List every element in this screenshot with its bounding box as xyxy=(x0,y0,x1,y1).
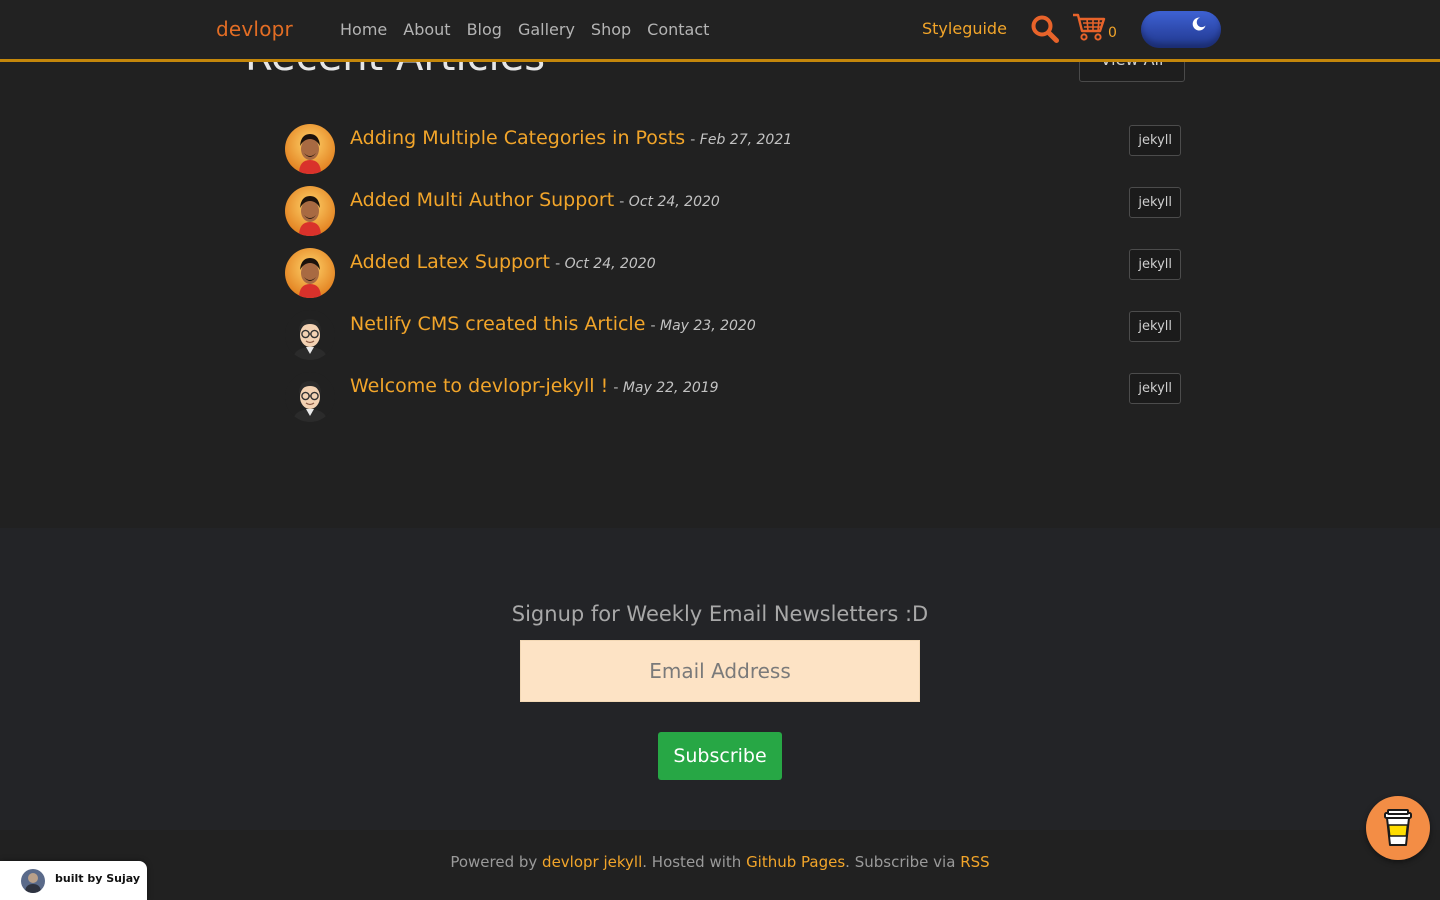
powered-by-text: Powered by xyxy=(450,853,543,871)
devlopr-jekyll-link[interactable]: devlopr jekyll xyxy=(542,853,642,871)
date-separator: - xyxy=(619,194,629,210)
github-pages-link[interactable]: Github Pages xyxy=(746,853,845,871)
date-separator: - xyxy=(613,380,623,396)
article-text: Welcome to devlopr-jekyll ! - May 22, 20… xyxy=(350,375,719,397)
newsletter-section: Signup for Weekly Email Newsletters :D S… xyxy=(0,528,1440,830)
author-avatar xyxy=(285,310,335,360)
article-date: Oct 24, 2020 xyxy=(628,194,720,210)
search-icon[interactable] xyxy=(1030,14,1060,44)
hosted-with-text: . Hosted with xyxy=(642,853,747,871)
tag-badge[interactable]: jekyll xyxy=(1129,311,1181,342)
article-row: Added Multi Author Support - Oct 24, 202… xyxy=(285,186,1181,248)
footer-text: Powered by devlopr jekyll. Hosted with G… xyxy=(0,853,1440,871)
article-text: Adding Multiple Categories in Posts - Fe… xyxy=(350,127,792,149)
article-row: Adding Multiple Categories in Posts - Fe… xyxy=(285,124,1181,186)
brand-logo[interactable]: devlopr xyxy=(216,17,293,41)
article-title-link[interactable]: Added Latex Support xyxy=(350,251,550,273)
author-avatar xyxy=(285,248,335,298)
author-avatar xyxy=(285,372,335,422)
buy-me-coffee-button[interactable] xyxy=(1366,796,1430,860)
newsletter-heading: Signup for Weekly Email Newsletters :D xyxy=(511,602,929,626)
article-row: Netlify CMS created this Article - May 2… xyxy=(285,310,1181,372)
rss-link[interactable]: RSS xyxy=(960,853,989,871)
nav-blog[interactable]: Blog xyxy=(467,20,502,39)
article-title-link[interactable]: Adding Multiple Categories in Posts xyxy=(350,127,685,149)
cart-count: 0 xyxy=(1108,25,1117,41)
moon-icon xyxy=(1192,17,1206,31)
date-separator: - xyxy=(555,256,565,272)
tag-badge[interactable]: jekyll xyxy=(1129,249,1181,280)
article-date: Oct 24, 2020 xyxy=(564,256,656,272)
author-avatar xyxy=(285,186,335,236)
tag-badge[interactable]: jekyll xyxy=(1129,373,1181,404)
article-title-link[interactable]: Welcome to devlopr-jekyll ! xyxy=(350,375,608,397)
article-date: May 23, 2020 xyxy=(660,318,756,334)
author-avatar xyxy=(21,869,45,893)
styleguide-link[interactable]: Styleguide xyxy=(922,19,1007,38)
built-by-text: built by Sujay xyxy=(55,872,140,885)
article-date: May 22, 2019 xyxy=(622,380,719,396)
navbar: devlopr Home About Blog Gallery Shop Con… xyxy=(0,0,1440,62)
nav-about[interactable]: About xyxy=(403,20,450,39)
built-by-badge[interactable]: built by Sujay xyxy=(0,861,147,900)
date-separator: - xyxy=(650,318,660,334)
cart-icon[interactable] xyxy=(1072,12,1106,42)
article-text: Netlify CMS created this Article - May 2… xyxy=(350,313,756,335)
coffee-cup-icon xyxy=(1384,809,1412,846)
tag-badge[interactable]: jekyll xyxy=(1129,187,1181,218)
article-list: Adding Multiple Categories in Posts - Fe… xyxy=(285,124,1181,434)
date-separator: - xyxy=(690,132,700,148)
article-date: Feb 27, 2021 xyxy=(699,132,793,148)
nav-links: Home About Blog Gallery Shop Contact xyxy=(340,20,725,39)
article-text: Added Latex Support - Oct 24, 2020 xyxy=(350,251,656,273)
footer: Powered by devlopr jekyll. Hosted with G… xyxy=(0,830,1440,900)
nav-contact[interactable]: Contact xyxy=(647,20,709,39)
article-text: Added Multi Author Support - Oct 24, 202… xyxy=(350,189,720,211)
article-row: Added Latex Support - Oct 24, 2020 jekyl… xyxy=(285,248,1181,310)
subscribe-button[interactable]: Subscribe xyxy=(658,732,782,780)
nav-gallery[interactable]: Gallery xyxy=(518,20,575,39)
theme-toggle[interactable] xyxy=(1141,11,1221,48)
article-title-link[interactable]: Netlify CMS created this Article xyxy=(350,313,645,335)
article-row: Welcome to devlopr-jekyll ! - May 22, 20… xyxy=(285,372,1181,434)
author-avatar xyxy=(285,124,335,174)
nav-shop[interactable]: Shop xyxy=(591,20,631,39)
article-title-link[interactable]: Added Multi Author Support xyxy=(350,189,614,211)
email-input[interactable] xyxy=(520,640,920,702)
tag-badge[interactable]: jekyll xyxy=(1129,125,1181,156)
subscribe-via-text: . Subscribe via xyxy=(845,853,961,871)
nav-home[interactable]: Home xyxy=(340,20,387,39)
